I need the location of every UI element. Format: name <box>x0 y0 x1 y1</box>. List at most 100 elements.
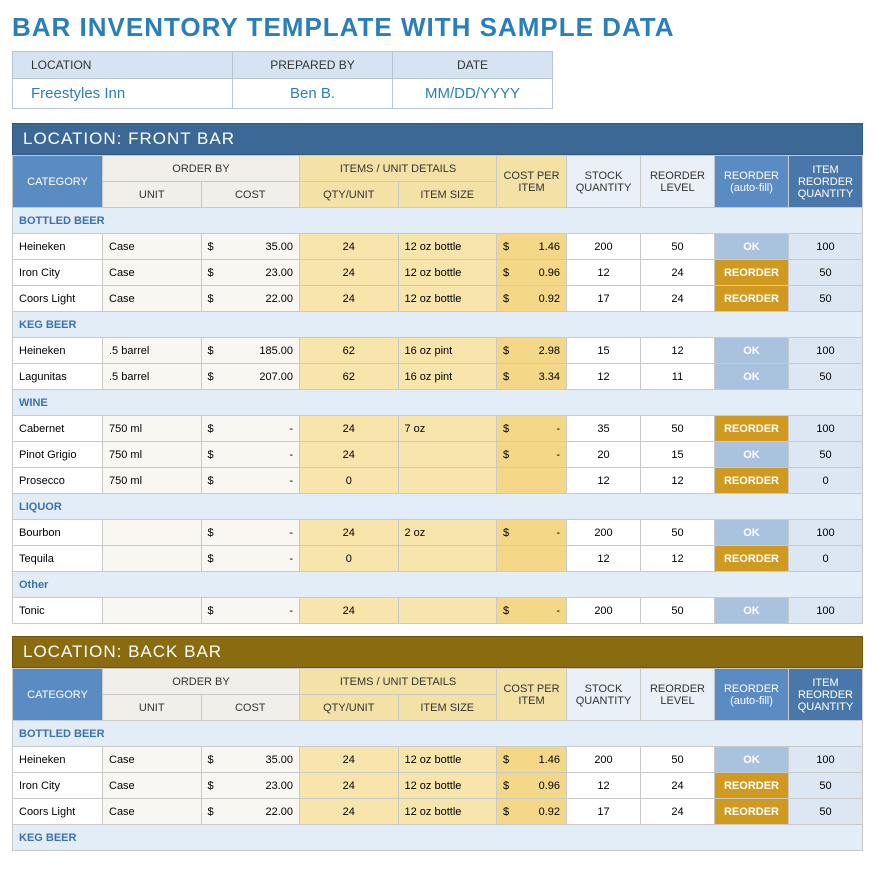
item-stock[interactable]: 12 <box>567 260 641 286</box>
item-cost[interactable]: $- <box>201 416 300 442</box>
item-name[interactable]: Bourbon <box>13 520 103 546</box>
item-reorder-qty[interactable]: 100 <box>789 747 863 773</box>
item-reorder-qty[interactable]: 100 <box>789 234 863 260</box>
item-name[interactable]: Pinot Grigio <box>13 442 103 468</box>
item-reorder-qty[interactable]: 50 <box>789 442 863 468</box>
item-qty[interactable]: 24 <box>300 286 399 312</box>
item-stock[interactable]: 35 <box>567 416 641 442</box>
item-stock[interactable]: 12 <box>567 773 641 799</box>
item-unit[interactable]: Case <box>103 286 202 312</box>
item-stock[interactable]: 12 <box>567 468 641 494</box>
item-cost[interactable]: $207.00 <box>201 364 300 390</box>
item-size[interactable]: 12 oz bottle <box>398 747 497 773</box>
item-reorder-qty[interactable]: 50 <box>789 364 863 390</box>
item-reorder-qty[interactable]: 100 <box>789 416 863 442</box>
item-reorder-level[interactable]: 12 <box>641 468 715 494</box>
item-reorder-qty[interactable]: 0 <box>789 546 863 572</box>
meta-value-date[interactable]: MM/DD/YYYY <box>393 79 553 109</box>
item-cost[interactable]: $- <box>201 468 300 494</box>
item-cost[interactable]: $- <box>201 546 300 572</box>
item-stock[interactable]: 200 <box>567 598 641 624</box>
item-size[interactable]: 12 oz bottle <box>398 234 497 260</box>
item-qty[interactable]: 62 <box>300 338 399 364</box>
item-name[interactable]: Tequila <box>13 546 103 572</box>
item-reorder-level[interactable]: 24 <box>641 773 715 799</box>
item-reorder-qty[interactable]: 100 <box>789 598 863 624</box>
item-stock[interactable]: 200 <box>567 234 641 260</box>
item-reorder-level[interactable]: 12 <box>641 338 715 364</box>
item-size[interactable]: 16 oz pint <box>398 364 497 390</box>
item-stock[interactable]: 15 <box>567 338 641 364</box>
item-reorder-qty[interactable]: 50 <box>789 286 863 312</box>
meta-value-prepared[interactable]: Ben B. <box>233 79 393 109</box>
item-reorder-level[interactable]: 50 <box>641 416 715 442</box>
item-size[interactable]: 7 oz <box>398 416 497 442</box>
item-cost[interactable]: $22.00 <box>201 799 300 825</box>
item-size[interactable] <box>398 546 497 572</box>
item-qty[interactable]: 24 <box>300 747 399 773</box>
item-qty[interactable]: 24 <box>300 442 399 468</box>
item-reorder-level[interactable]: 24 <box>641 799 715 825</box>
item-size[interactable]: 2 oz <box>398 520 497 546</box>
item-reorder-qty[interactable]: 50 <box>789 260 863 286</box>
item-size[interactable]: 16 oz pint <box>398 338 497 364</box>
item-unit[interactable]: Case <box>103 260 202 286</box>
item-cost[interactable]: $23.00 <box>201 773 300 799</box>
item-qty[interactable]: 24 <box>300 773 399 799</box>
item-stock[interactable]: 20 <box>567 442 641 468</box>
item-stock[interactable]: 200 <box>567 747 641 773</box>
item-name[interactable]: Heineken <box>13 747 103 773</box>
item-name[interactable]: Iron City <box>13 773 103 799</box>
item-reorder-level[interactable]: 50 <box>641 520 715 546</box>
item-cost[interactable]: $185.00 <box>201 338 300 364</box>
item-size[interactable] <box>398 598 497 624</box>
item-qty[interactable]: 24 <box>300 234 399 260</box>
item-qty[interactable]: 24 <box>300 598 399 624</box>
item-reorder-level[interactable]: 15 <box>641 442 715 468</box>
item-cost[interactable]: $22.00 <box>201 286 300 312</box>
item-unit[interactable]: 750 ml <box>103 442 202 468</box>
item-qty[interactable]: 24 <box>300 260 399 286</box>
item-stock[interactable]: 17 <box>567 799 641 825</box>
item-name[interactable]: Coors Light <box>13 286 103 312</box>
item-stock[interactable]: 200 <box>567 520 641 546</box>
item-name[interactable]: Iron City <box>13 260 103 286</box>
item-stock[interactable]: 12 <box>567 364 641 390</box>
item-size[interactable] <box>398 468 497 494</box>
item-unit[interactable]: Case <box>103 234 202 260</box>
item-cost[interactable]: $- <box>201 598 300 624</box>
item-reorder-level[interactable]: 11 <box>641 364 715 390</box>
item-reorder-level[interactable]: 24 <box>641 286 715 312</box>
item-unit[interactable] <box>103 598 202 624</box>
item-reorder-level[interactable]: 50 <box>641 598 715 624</box>
item-name[interactable]: Tonic <box>13 598 103 624</box>
item-qty[interactable]: 24 <box>300 416 399 442</box>
item-unit[interactable] <box>103 520 202 546</box>
item-unit[interactable] <box>103 546 202 572</box>
item-reorder-level[interactable]: 50 <box>641 234 715 260</box>
item-unit[interactable]: .5 barrel <box>103 364 202 390</box>
item-unit[interactable]: 750 ml <box>103 468 202 494</box>
item-reorder-qty[interactable]: 50 <box>789 773 863 799</box>
item-qty[interactable]: 24 <box>300 520 399 546</box>
item-cost[interactable]: $35.00 <box>201 234 300 260</box>
item-size[interactable]: 12 oz bottle <box>398 286 497 312</box>
item-reorder-level[interactable]: 50 <box>641 747 715 773</box>
item-qty[interactable]: 62 <box>300 364 399 390</box>
item-reorder-level[interactable]: 24 <box>641 260 715 286</box>
item-cost[interactable]: $23.00 <box>201 260 300 286</box>
item-qty[interactable]: 24 <box>300 799 399 825</box>
item-unit[interactable]: Case <box>103 747 202 773</box>
item-size[interactable]: 12 oz bottle <box>398 773 497 799</box>
item-reorder-qty[interactable]: 100 <box>789 520 863 546</box>
item-qty[interactable]: 0 <box>300 468 399 494</box>
item-name[interactable]: Coors Light <box>13 799 103 825</box>
item-reorder-qty[interactable]: 100 <box>789 338 863 364</box>
item-cost[interactable]: $- <box>201 520 300 546</box>
item-unit[interactable]: .5 barrel <box>103 338 202 364</box>
item-size[interactable]: 12 oz bottle <box>398 260 497 286</box>
item-qty[interactable]: 0 <box>300 546 399 572</box>
item-cost[interactable]: $35.00 <box>201 747 300 773</box>
item-name[interactable]: Cabernet <box>13 416 103 442</box>
item-reorder-level[interactable]: 12 <box>641 546 715 572</box>
